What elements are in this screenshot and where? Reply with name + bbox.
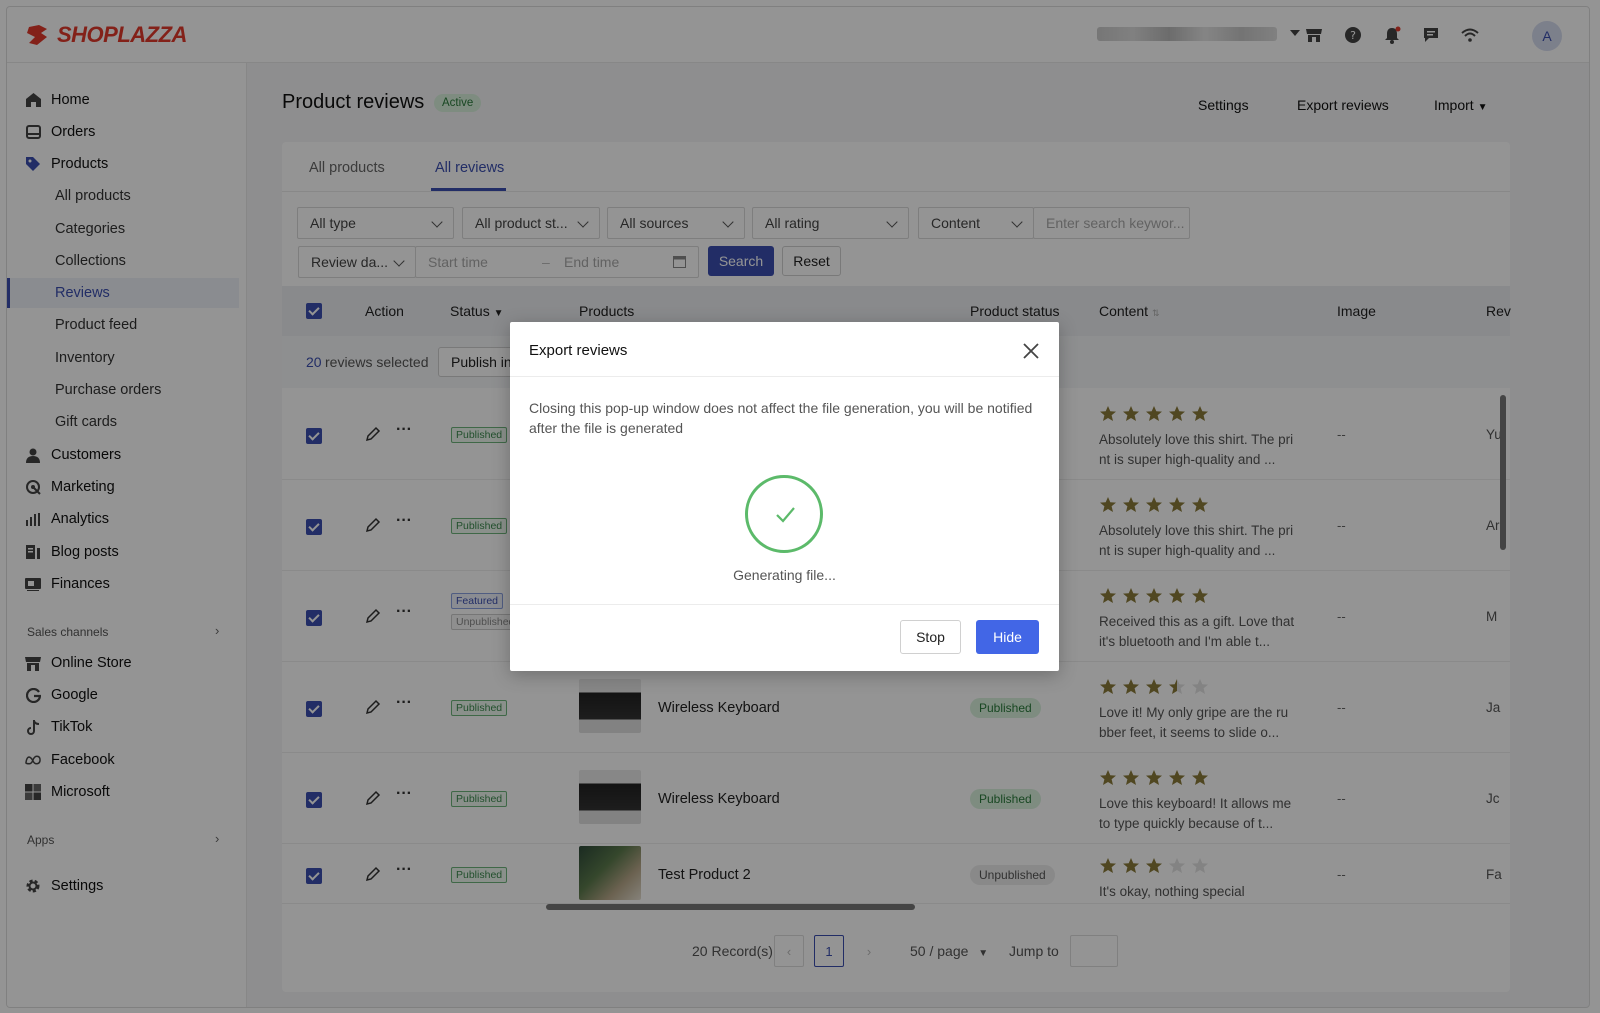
modal-message: Closing this pop-up window does not affe… xyxy=(529,400,1033,436)
hide-button[interactable]: Hide xyxy=(976,620,1039,654)
modal-title: Export reviews xyxy=(529,342,628,359)
export-reviews-modal: Export reviews Closing this pop-up windo… xyxy=(510,322,1059,671)
divider xyxy=(510,604,1059,605)
stop-button[interactable]: Stop xyxy=(900,620,961,654)
divider xyxy=(510,376,1059,377)
close-icon[interactable] xyxy=(1020,340,1042,362)
generating-status: Generating file... xyxy=(733,567,836,583)
success-check-icon xyxy=(745,475,823,553)
